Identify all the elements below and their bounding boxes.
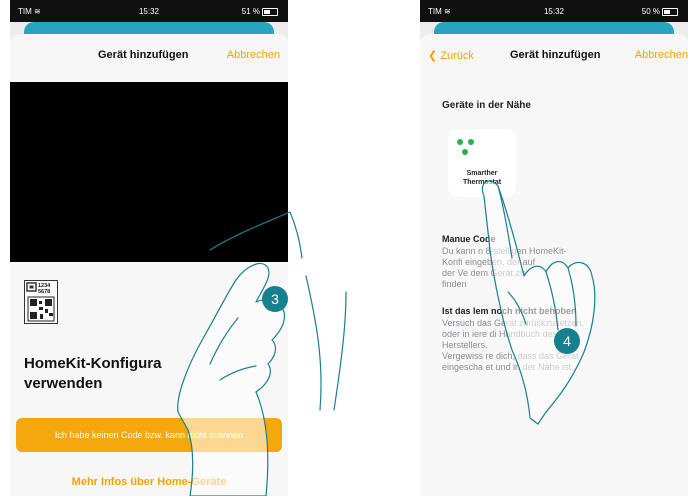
battery-icon (662, 7, 678, 16)
step-badge-3: 3 (262, 286, 288, 312)
device-name-line1: Smarther (466, 170, 498, 177)
battery-icon (262, 7, 278, 16)
phone-screen-left: TIM ≋ 15:32 51 % Gerät hinzufügen Abbrec… (10, 0, 288, 496)
homekit-title-line1: HomeKit-Konfigura (24, 355, 162, 372)
back-label: Zurück (440, 50, 474, 62)
add-device-sheet: ❮ Zurück Gerät hinzufügen Abbrechen Gerä… (420, 34, 688, 496)
problem-text-line: Versuch das Gerät zurückzusetzen, (442, 318, 585, 328)
device-name: Smarther Thermostat (448, 169, 516, 187)
no-code-button[interactable]: Ich habe keinen Code bzw. kann nicht sca… (16, 418, 282, 452)
qr-code-icon: 1234 5678 (24, 280, 58, 324)
manual-text-line: Du kann n 8-stelligen HomeKit- (442, 246, 567, 256)
homekit-code-title: HomeKit-Konfigura verwenden (24, 354, 274, 394)
device-tile-smarther-thermostat[interactable]: Smarther Thermostat (448, 129, 516, 197)
more-info-link[interactable]: Mehr Infos über Home-Geräte (10, 476, 288, 488)
nav-title: Gerät hinzufügen (98, 49, 189, 61)
back-chevron-icon: ❮ (428, 50, 438, 62)
device-dot-icon (457, 139, 463, 145)
manual-text-line: der Ve dem Gerät zu (442, 268, 526, 278)
nav-bar: ❮ Zurück Gerät hinzufügen Abbrechen (420, 34, 688, 74)
problem-text-line: eingescha et und in der Nähe ist. (442, 362, 574, 372)
status-bar: TIM ≋ 15:32 51 % (10, 0, 288, 22)
add-device-sheet: Gerät hinzufügen Abbrechen 1234 5678 Hom… (10, 34, 288, 496)
cancel-button[interactable]: Abbrechen (227, 49, 280, 61)
step-badge-4: 4 (554, 328, 580, 354)
cancel-button[interactable]: Abbrechen (635, 49, 688, 61)
status-bar: TIM ≋ 15:32 50 % (420, 0, 688, 22)
nav-bar: Gerät hinzufügen Abbrechen (10, 34, 288, 74)
camera-viewfinder[interactable] (10, 82, 288, 262)
device-dot-icon (462, 149, 468, 155)
manual-code-title[interactable]: Manue Code (442, 234, 496, 244)
problem-title: Ist das lem noch nicht behoben (442, 306, 577, 316)
device-dot-icon (468, 139, 474, 145)
manual-code-text: Du kann n 8-stelligen HomeKit- Konfi ein… (442, 246, 682, 290)
homekit-title-line2: verwenden (24, 375, 103, 392)
back-button[interactable]: ❮ Zurück (428, 49, 474, 62)
battery-status: 50 % (642, 7, 678, 16)
manual-text-line: finden (442, 279, 467, 289)
battery-status: 51 % (242, 7, 278, 16)
nearby-devices-title: Geräte in der Nähe (442, 100, 531, 111)
nav-title: Gerät hinzufügen (510, 49, 601, 61)
qr-digits-2: 5678 (38, 289, 50, 295)
device-name-line2: Thermostat (462, 179, 502, 186)
manual-text-line: Konfi eingeben, der auf (442, 257, 536, 267)
phone-screen-right: TIM ≋ 15:32 50 % ❮ Zurück Gerät hinzufüg… (420, 0, 688, 496)
